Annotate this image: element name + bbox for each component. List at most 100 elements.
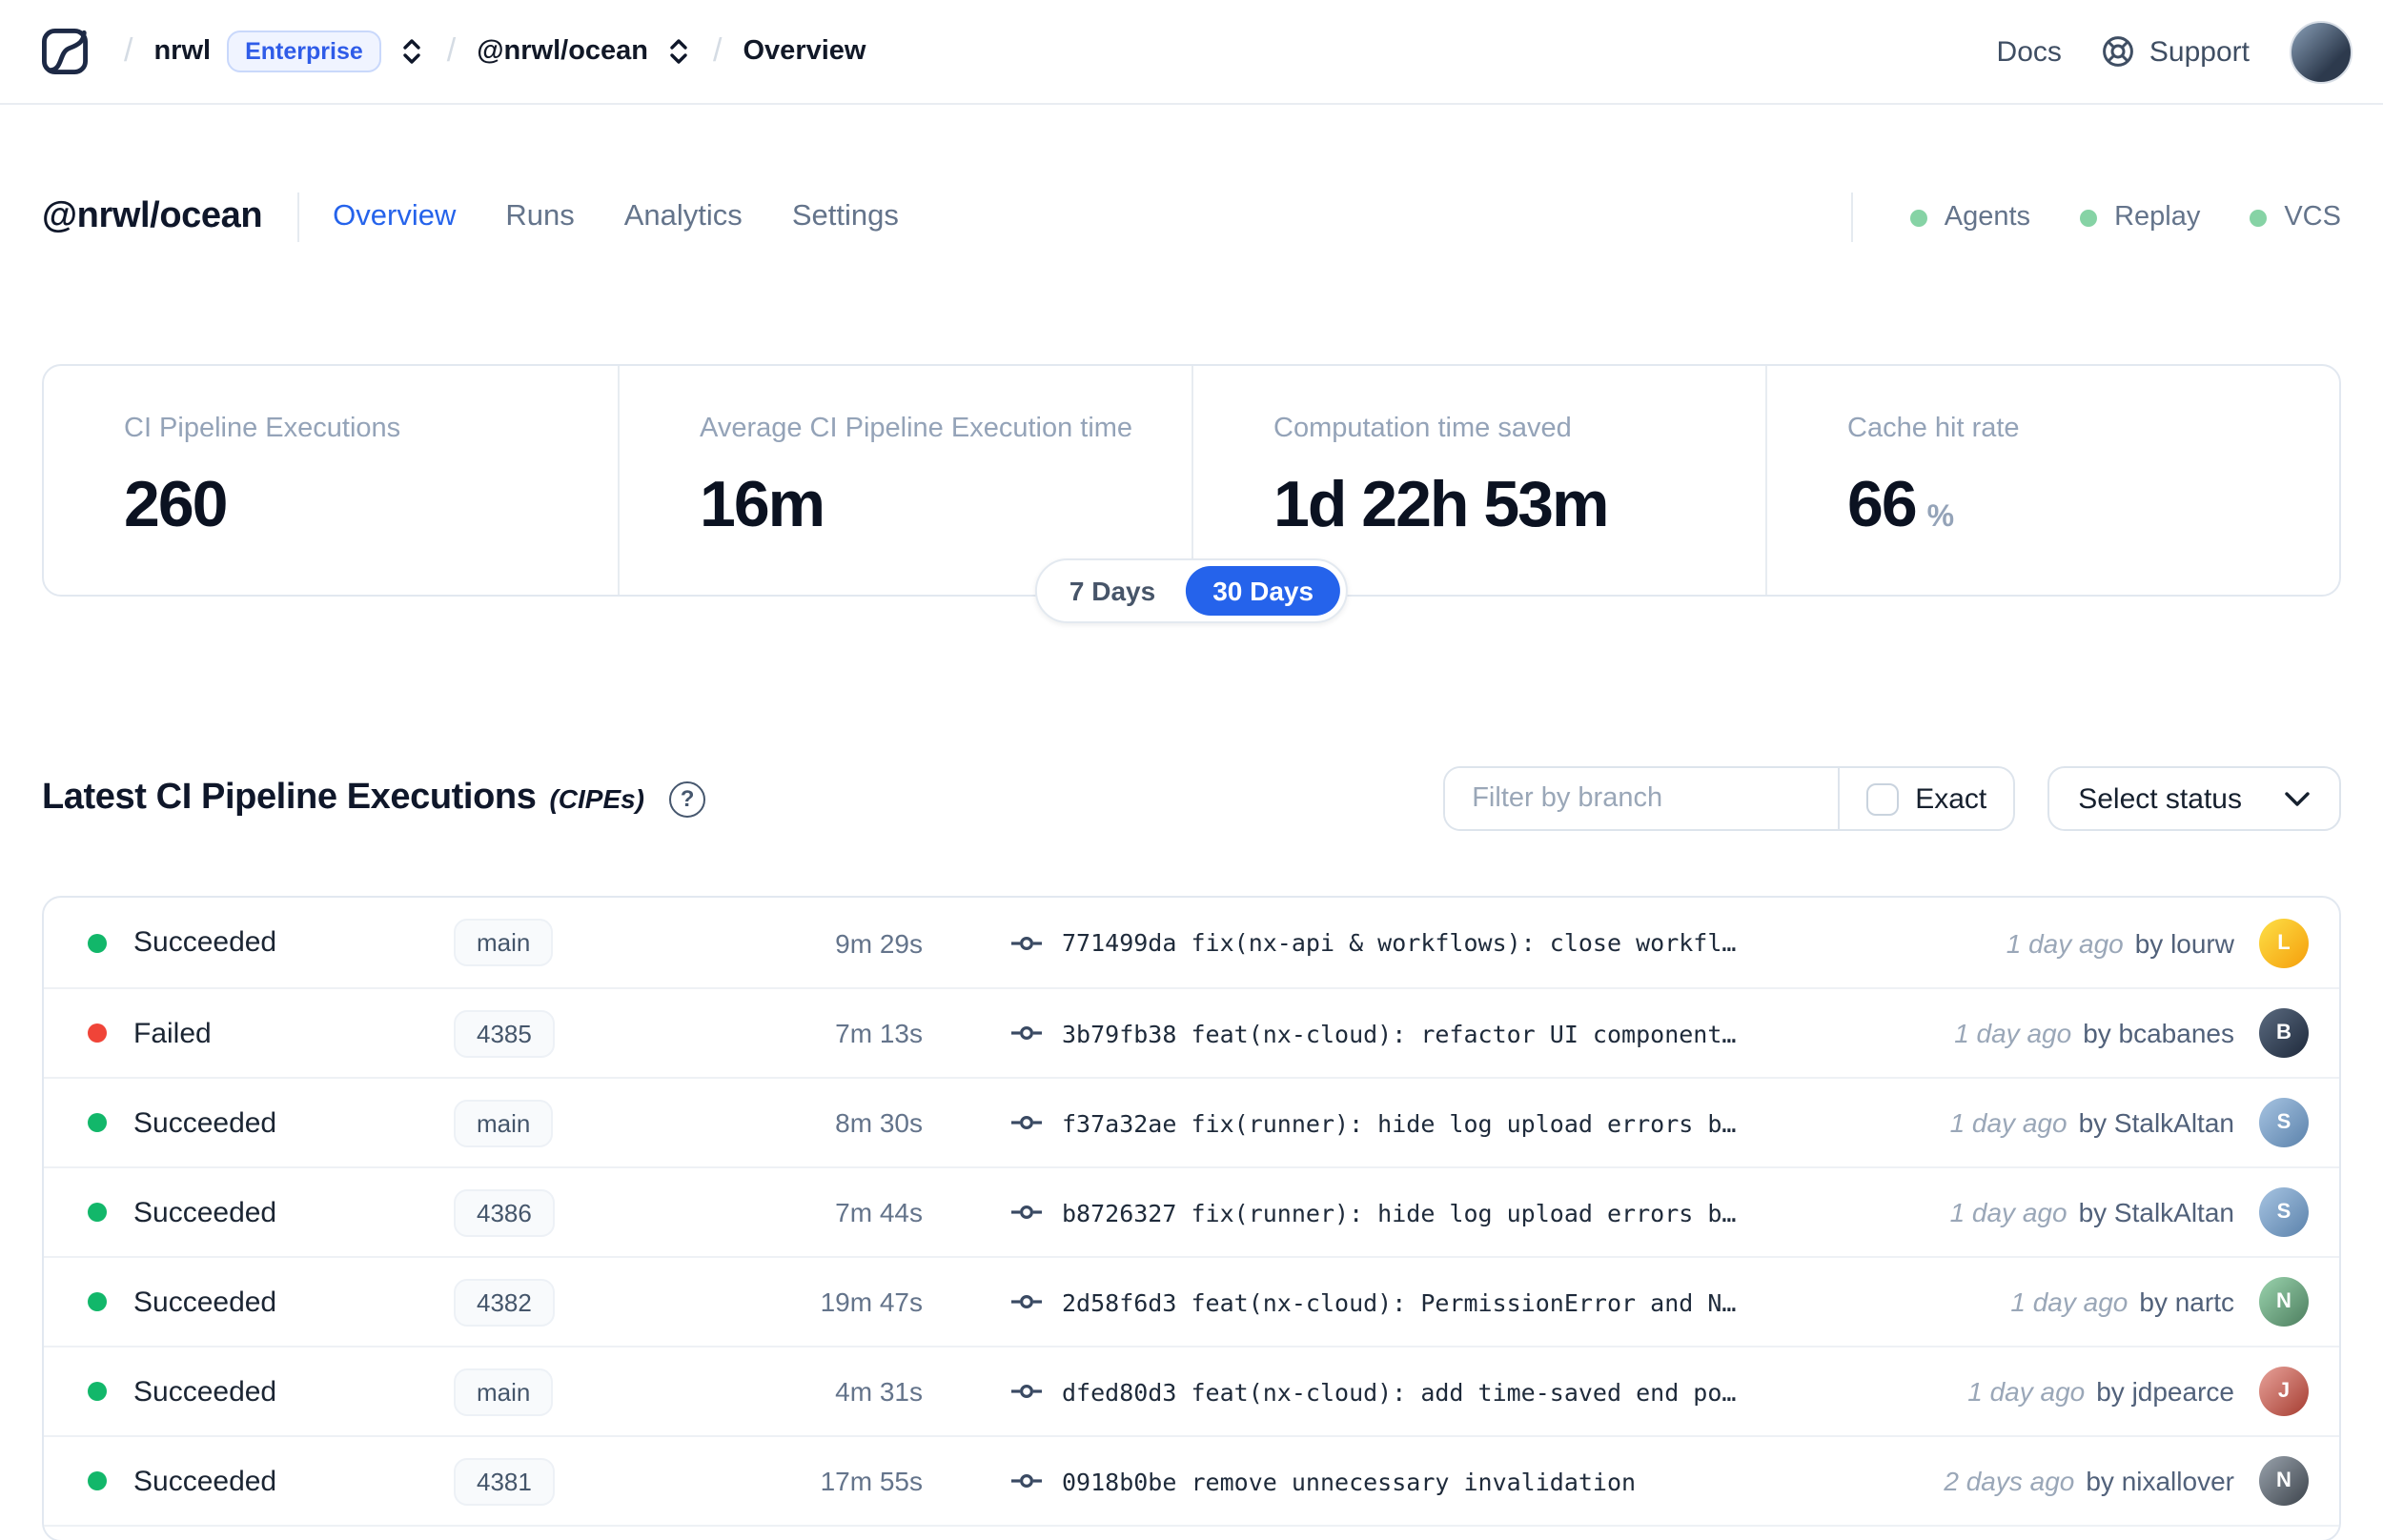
- author: by lourw: [2134, 927, 2234, 958]
- commit-hash: 771499da: [1062, 928, 1177, 957]
- section-title: Latest CI Pipeline Executions: [42, 778, 537, 818]
- duration: 8m 30s: [835, 1107, 923, 1138]
- org-switcher-icon[interactable]: [399, 36, 426, 67]
- app-viewport: / nrwl Enterprise / @nrwl/ocean / Overvi…: [0, 0, 2383, 1540]
- status-label: Failed: [133, 1017, 212, 1049]
- author: by nixallover: [2086, 1466, 2234, 1496]
- git-commit-icon: [1010, 1022, 1043, 1044]
- commit-hash: b8726327: [1062, 1198, 1177, 1226]
- git-commit-icon: [1010, 1111, 1043, 1134]
- branch-filter-input[interactable]: [1445, 768, 1838, 829]
- table-row[interactable]: Failed 4385 7m 13s 3b79fb38 feat(nx-clou…: [44, 987, 2339, 1077]
- breadcrumb-org[interactable]: nrwl: [153, 36, 211, 67]
- breadcrumb-separator: /: [446, 32, 457, 69]
- git-commit-icon: [1010, 1201, 1043, 1224]
- table-row[interactable]: Succeeded 4386 7m 44s b8726327 fix(runne…: [44, 1166, 2339, 1256]
- commit-message: feat(nx-cloud): refactor UI component…: [1191, 1019, 1737, 1047]
- commit-hash-and-message: dfed80d3 feat(nx-cloud): add time-saved …: [1062, 1377, 1736, 1406]
- duration: 9m 29s: [835, 927, 923, 958]
- page-title: @nrwl/ocean: [42, 196, 263, 236]
- stat-ci-pipeline-executions: CI Pipeline Executions 260: [44, 366, 618, 595]
- time-ago: 1 day ago: [2006, 927, 2124, 958]
- duration: 4m 31s: [835, 1376, 923, 1407]
- divider: [1850, 192, 1853, 242]
- workspace-switcher-icon[interactable]: [665, 36, 692, 67]
- commit-hash-and-message: 0918b0be remove unnecessary invalidation: [1062, 1467, 1636, 1495]
- range-7-days[interactable]: 7 Days: [1043, 566, 1182, 616]
- duration: 7m 13s: [835, 1018, 923, 1048]
- green-status-dot: [1909, 209, 1927, 226]
- support-label: Support: [2149, 35, 2250, 68]
- commit-message: fix(runner): hide log upload errors b…: [1191, 1108, 1737, 1137]
- green-status-dot: [2080, 209, 2098, 226]
- git-commit-icon: [1010, 1469, 1043, 1492]
- commit-hash-and-message: f37a32ae fix(runner): hide log upload er…: [1062, 1108, 1736, 1137]
- branch-badge: main: [454, 919, 554, 966]
- breadcrumb-separator: /: [713, 32, 723, 69]
- branch-badge: main: [454, 1099, 554, 1146]
- cipe-section-header: Latest CI Pipeline Executions (CIPEs) ? …: [42, 764, 2341, 833]
- tab-analytics[interactable]: Analytics: [624, 200, 743, 234]
- duration: 19m 47s: [820, 1287, 923, 1317]
- table-controls: Exact Select status: [1443, 766, 2341, 831]
- tab-overview[interactable]: Overview: [333, 200, 456, 234]
- branch-badge: 4382: [454, 1278, 555, 1326]
- table-row[interactable]: Succeeded 4381 17m 55s 0918b0be remove u…: [44, 1435, 2339, 1525]
- avatar: S: [2259, 1098, 2309, 1147]
- status-dot: [88, 933, 107, 952]
- stat-value: 16m: [700, 469, 825, 541]
- exact-checkbox[interactable]: [1865, 782, 1899, 815]
- status-dot: [88, 1382, 107, 1401]
- git-commit-icon: [1010, 1290, 1043, 1313]
- branch-badge: main: [454, 1368, 554, 1415]
- select-status-dropdown[interactable]: Select status: [2047, 766, 2341, 831]
- time-ago: 1 day ago: [1954, 1018, 2072, 1048]
- docs-link[interactable]: Docs: [1997, 35, 2062, 68]
- duration: 7m 44s: [835, 1197, 923, 1227]
- branch-badge: 4385: [454, 1009, 555, 1057]
- stat-label: CI Pipeline Executions: [124, 414, 401, 444]
- commit-hash-and-message: b8726327 fix(runner): hide log upload er…: [1062, 1198, 1736, 1226]
- time-ago: 1 day ago: [1949, 1107, 2067, 1138]
- branch-badge: 4386: [454, 1188, 555, 1236]
- breadcrumb: / nrwl Enterprise / @nrwl/ocean / Overvi…: [34, 21, 866, 82]
- indicator-label: VCS: [2284, 202, 2341, 233]
- commit-message: feat(nx-cloud): PermissionError and N…: [1191, 1287, 1737, 1316]
- workspace-tabs: Overview Runs Analytics Settings: [333, 200, 899, 234]
- avatar: N: [2259, 1277, 2309, 1327]
- divider: [296, 192, 299, 242]
- top-navigation-bar: / nrwl Enterprise / @nrwl/ocean / Overvi…: [0, 0, 2383, 105]
- tab-runs[interactable]: Runs: [505, 200, 574, 234]
- commit-message: fix(runner): hide log upload errors b…: [1191, 1198, 1737, 1226]
- exact-match-toggle[interactable]: Exact: [1837, 768, 2013, 829]
- time-ago: 2 days ago: [1944, 1466, 2075, 1496]
- author: by nartc: [2139, 1287, 2234, 1317]
- nx-cloud-logo-icon[interactable]: [34, 21, 95, 82]
- commit-hash: 0918b0be: [1062, 1467, 1177, 1495]
- stat-value: 66%: [1847, 469, 1955, 541]
- commit-hash-and-message: 2d58f6d3 feat(nx-cloud): PermissionError…: [1062, 1287, 1736, 1316]
- status-label: Succeeded: [133, 926, 277, 959]
- indicator-replay[interactable]: Replay: [2080, 202, 2200, 233]
- status-dot: [88, 1023, 107, 1043]
- avatar: N: [2259, 1456, 2309, 1506]
- breadcrumb-workspace[interactable]: @nrwl/ocean: [477, 36, 648, 67]
- indicator-vcs[interactable]: VCS: [2250, 202, 2341, 233]
- stat-value: 1d 22h 53m: [1273, 469, 1609, 541]
- support-link[interactable]: Support: [2102, 34, 2250, 69]
- range-30-days[interactable]: 30 Days: [1186, 566, 1341, 616]
- commit-hash: f37a32ae: [1062, 1108, 1177, 1137]
- avatar: L: [2259, 918, 2309, 967]
- user-avatar[interactable]: [2290, 20, 2352, 83]
- indicator-agents[interactable]: Agents: [1909, 202, 2030, 233]
- table-row[interactable]: Succeeded main 9m 29s 771499da fix(nx-ap…: [44, 898, 2339, 987]
- date-range-toggle: 7 Days 30 Days: [1034, 558, 1349, 623]
- exact-label: Exact: [1915, 782, 1987, 815]
- table-row[interactable]: Succeeded 4382 19m 47s 2d58f6d3 feat(nx-…: [44, 1256, 2339, 1346]
- table-row[interactable]: Succeeded main 8m 30s f37a32ae fix(runne…: [44, 1077, 2339, 1166]
- help-icon[interactable]: ?: [669, 780, 706, 817]
- table-row[interactable]: Succeeded main 4m 31s dfed80d3 feat(nx-c…: [44, 1346, 2339, 1435]
- tab-settings[interactable]: Settings: [792, 200, 899, 234]
- stat-label: Cache hit rate: [1847, 414, 2020, 444]
- cipe-table: Succeeded main 9m 29s 771499da fix(nx-ap…: [42, 896, 2341, 1540]
